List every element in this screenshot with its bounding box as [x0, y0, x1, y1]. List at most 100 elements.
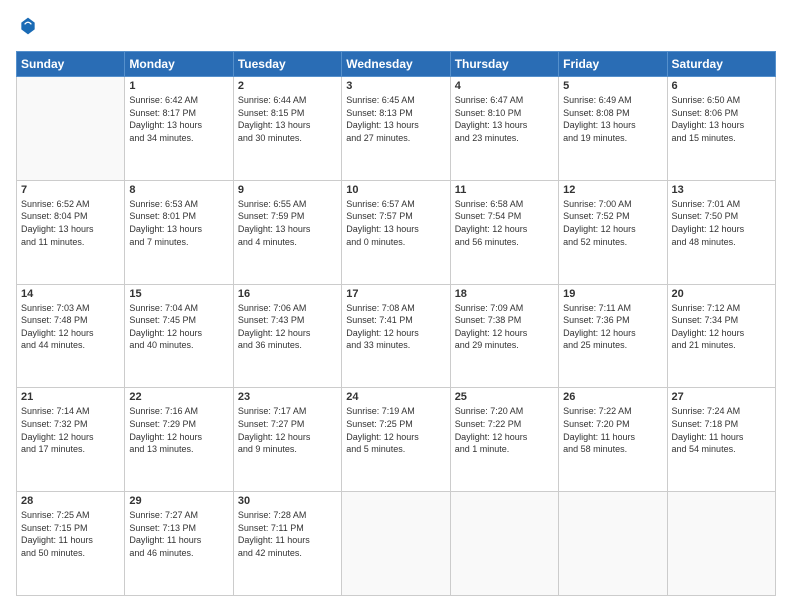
day-info: Sunrise: 6:50 AM Sunset: 8:06 PM Dayligh…	[672, 94, 771, 144]
day-info: Sunrise: 7:20 AM Sunset: 7:22 PM Dayligh…	[455, 405, 554, 455]
calendar-cell: 26 Sunrise: 7:22 AM Sunset: 7:20 PM Dayli…	[559, 388, 667, 492]
day-number: 20	[672, 288, 771, 300]
weekday-header-saturday: Saturday	[667, 52, 775, 77]
week-row-3: 14 Sunrise: 7:03 AM Sunset: 7:48 PM Dayli…	[17, 284, 776, 388]
calendar-cell: 11 Sunrise: 6:58 AM Sunset: 7:54 PM Dayli…	[450, 180, 558, 284]
day-number: 15	[129, 288, 228, 300]
day-info: Sunrise: 6:42 AM Sunset: 8:17 PM Dayligh…	[129, 94, 228, 144]
day-number: 5	[563, 80, 662, 92]
day-number: 8	[129, 184, 228, 196]
day-info: Sunrise: 7:06 AM Sunset: 7:43 PM Dayligh…	[238, 302, 337, 352]
calendar-cell: 2 Sunrise: 6:44 AM Sunset: 8:15 PM Daylig…	[233, 77, 341, 181]
header	[16, 16, 776, 41]
day-number: 3	[346, 80, 445, 92]
weekday-header-tuesday: Tuesday	[233, 52, 341, 77]
weekday-header-sunday: Sunday	[17, 52, 125, 77]
day-number: 27	[672, 391, 771, 403]
calendar-cell: 19Sunrise: 7:11 AM Sunset: 7:36 PM Dayli…	[559, 284, 667, 388]
day-info: Sunrise: 7:22 AM Sunset: 7:20 PM Dayligh…	[563, 405, 662, 455]
day-info: Sunrise: 6:55 AM Sunset: 7:59 PM Dayligh…	[238, 198, 337, 248]
calendar-cell: 9 Sunrise: 6:55 AM Sunset: 7:59 PM Daylig…	[233, 180, 341, 284]
day-info: Sunrise: 6:44 AM Sunset: 8:15 PM Dayligh…	[238, 94, 337, 144]
calendar-cell: 7Sunrise: 6:52 AM Sunset: 8:04 PM Daylig…	[17, 180, 125, 284]
day-info: Sunrise: 7:28 AM Sunset: 7:11 PM Dayligh…	[238, 509, 337, 559]
day-number: 16	[238, 288, 337, 300]
day-info: Sunrise: 6:49 AM Sunset: 8:08 PM Dayligh…	[563, 94, 662, 144]
calendar-cell: 18 Sunrise: 7:09 AM Sunset: 7:38 PM Dayli…	[450, 284, 558, 388]
calendar-cell: 8 Sunrise: 6:53 AM Sunset: 8:01 PM Daylig…	[125, 180, 233, 284]
calendar-cell	[17, 77, 125, 181]
day-number: 7	[21, 184, 120, 196]
logo-icon	[18, 16, 38, 36]
calendar-cell: 17 Sunrise: 7:08 AM Sunset: 7:41 PM Dayli…	[342, 284, 450, 388]
calendar-cell: 23 Sunrise: 7:17 AM Sunset: 7:27 PM Dayli…	[233, 388, 341, 492]
calendar-cell: 21Sunrise: 7:14 AM Sunset: 7:32 PM Dayli…	[17, 388, 125, 492]
day-info: Sunrise: 7:01 AM Sunset: 7:50 PM Dayligh…	[672, 198, 771, 248]
calendar-cell: 15Sunrise: 7:04 AM Sunset: 7:45 PM Dayli…	[125, 284, 233, 388]
calendar-cell	[342, 492, 450, 596]
day-number: 22	[129, 391, 228, 403]
day-info: Sunrise: 7:08 AM Sunset: 7:41 PM Dayligh…	[346, 302, 445, 352]
day-number: 11	[455, 184, 554, 196]
day-info: Sunrise: 6:58 AM Sunset: 7:54 PM Dayligh…	[455, 198, 554, 248]
day-number: 28	[21, 495, 120, 507]
day-info: Sunrise: 6:53 AM Sunset: 8:01 PM Dayligh…	[129, 198, 228, 248]
calendar-cell: 6 Sunrise: 6:50 AM Sunset: 8:06 PM Daylig…	[667, 77, 775, 181]
day-number: 17	[346, 288, 445, 300]
day-number: 6	[672, 80, 771, 92]
weekday-header-wednesday: Wednesday	[342, 52, 450, 77]
calendar-cell: 24 Sunrise: 7:19 AM Sunset: 7:25 PM Dayli…	[342, 388, 450, 492]
day-info: Sunrise: 7:09 AM Sunset: 7:38 PM Dayligh…	[455, 302, 554, 352]
day-info: Sunrise: 7:11 AM Sunset: 7:36 PM Dayligh…	[563, 302, 662, 352]
week-row-1: 1 Sunrise: 6:42 AM Sunset: 8:17 PM Daylig…	[17, 77, 776, 181]
day-number: 24	[346, 391, 445, 403]
day-info: Sunrise: 7:27 AM Sunset: 7:13 PM Dayligh…	[129, 509, 228, 559]
calendar-cell: 10Sunrise: 6:57 AM Sunset: 7:57 PM Dayli…	[342, 180, 450, 284]
day-number: 13	[672, 184, 771, 196]
day-number: 23	[238, 391, 337, 403]
day-number: 26	[563, 391, 662, 403]
calendar-cell: 20 Sunrise: 7:12 AM Sunset: 7:34 PM Dayli…	[667, 284, 775, 388]
calendar-cell: 30 Sunrise: 7:28 AM Sunset: 7:11 PM Dayli…	[233, 492, 341, 596]
calendar-cell: 3 Sunrise: 6:45 AM Sunset: 8:13 PM Daylig…	[342, 77, 450, 181]
day-info: Sunrise: 6:45 AM Sunset: 8:13 PM Dayligh…	[346, 94, 445, 144]
day-number: 4	[455, 80, 554, 92]
week-row-5: 28 Sunrise: 7:25 AM Sunset: 7:15 PM Dayli…	[17, 492, 776, 596]
calendar-cell: 12Sunrise: 7:00 AM Sunset: 7:52 PM Dayli…	[559, 180, 667, 284]
logo	[16, 16, 42, 41]
day-number: 14	[21, 288, 120, 300]
calendar-cell: 27 Sunrise: 7:24 AM Sunset: 7:18 PM Dayli…	[667, 388, 775, 492]
day-number: 25	[455, 391, 554, 403]
day-number: 1	[129, 80, 228, 92]
calendar-cell: 25 Sunrise: 7:20 AM Sunset: 7:22 PM Dayli…	[450, 388, 558, 492]
weekday-header-row: SundayMondayTuesdayWednesdayThursdayFrid…	[17, 52, 776, 77]
calendar-cell	[559, 492, 667, 596]
day-info: Sunrise: 7:16 AM Sunset: 7:29 PM Dayligh…	[129, 405, 228, 455]
day-number: 30	[238, 495, 337, 507]
day-number: 18	[455, 288, 554, 300]
calendar-cell: 4 Sunrise: 6:47 AM Sunset: 8:10 PM Daylig…	[450, 77, 558, 181]
day-number: 12	[563, 184, 662, 196]
weekday-header-thursday: Thursday	[450, 52, 558, 77]
calendar-cell	[667, 492, 775, 596]
day-number: 10	[346, 184, 445, 196]
calendar-table: SundayMondayTuesdayWednesdayThursdayFrid…	[16, 51, 776, 596]
day-number: 9	[238, 184, 337, 196]
calendar-cell: 29 Sunrise: 7:27 AM Sunset: 7:13 PM Dayli…	[125, 492, 233, 596]
day-info: Sunrise: 6:47 AM Sunset: 8:10 PM Dayligh…	[455, 94, 554, 144]
calendar-cell: 28 Sunrise: 7:25 AM Sunset: 7:15 PM Dayli…	[17, 492, 125, 596]
day-info: Sunrise: 7:25 AM Sunset: 7:15 PM Dayligh…	[21, 509, 120, 559]
day-info: Sunrise: 7:24 AM Sunset: 7:18 PM Dayligh…	[672, 405, 771, 455]
day-info: Sunrise: 7:19 AM Sunset: 7:25 PM Dayligh…	[346, 405, 445, 455]
calendar-cell: 16 Sunrise: 7:06 AM Sunset: 7:43 PM Dayli…	[233, 284, 341, 388]
calendar-cell: 5 Sunrise: 6:49 AM Sunset: 8:08 PM Daylig…	[559, 77, 667, 181]
page: SundayMondayTuesdayWednesdayThursdayFrid…	[0, 0, 792, 612]
day-info: Sunrise: 7:17 AM Sunset: 7:27 PM Dayligh…	[238, 405, 337, 455]
day-info: Sunrise: 7:12 AM Sunset: 7:34 PM Dayligh…	[672, 302, 771, 352]
day-number: 21	[21, 391, 120, 403]
day-number: 2	[238, 80, 337, 92]
calendar-cell: 1 Sunrise: 6:42 AM Sunset: 8:17 PM Daylig…	[125, 77, 233, 181]
day-info: Sunrise: 7:03 AM Sunset: 7:48 PM Dayligh…	[21, 302, 120, 352]
week-row-2: 7Sunrise: 6:52 AM Sunset: 8:04 PM Daylig…	[17, 180, 776, 284]
day-number: 29	[129, 495, 228, 507]
